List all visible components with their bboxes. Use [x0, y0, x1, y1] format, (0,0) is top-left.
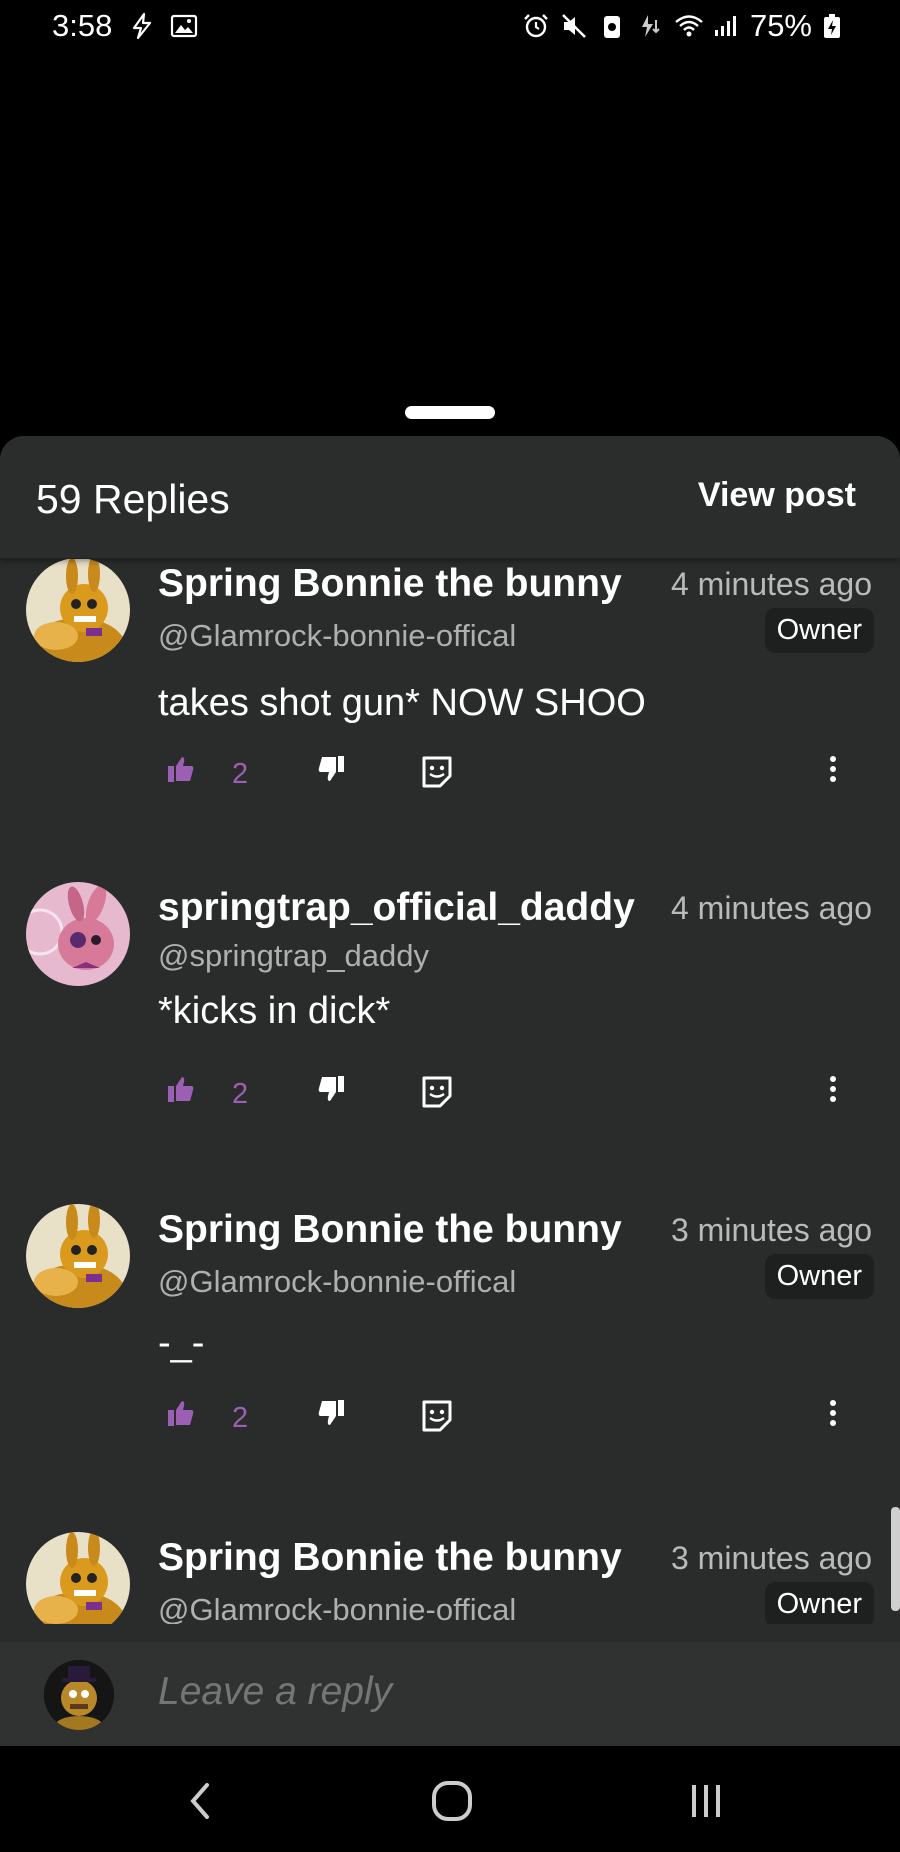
- replies-sheet: 59 Replies View post Spring Bonnie the b…: [0, 436, 900, 1746]
- wifi-icon: [674, 12, 703, 40]
- comment-time: 3 minutes ago: [670, 1540, 872, 1576]
- comment-text: -_-: [158, 1322, 205, 1364]
- sticker-icon[interactable]: [420, 754, 454, 790]
- recent-apps-icon[interactable]: [676, 1776, 736, 1826]
- avatar[interactable]: [26, 558, 130, 662]
- comment-handle[interactable]: @Glamrock-bonnie-offical: [158, 618, 516, 654]
- sheet-header: 59 Replies View post: [0, 436, 900, 559]
- like-count: 2: [232, 1078, 249, 1110]
- comment-time: 4 minutes ago: [670, 890, 872, 926]
- status-bar: 3:58 75%: [0, 0, 900, 56]
- comment-text: *kicks in dick*: [158, 990, 391, 1032]
- charging-icon: [636, 12, 664, 40]
- replies-count: 59 Replies: [36, 476, 230, 522]
- mute-icon: [560, 12, 588, 40]
- navigation-bar: [0, 1746, 900, 1852]
- reply-bar: [0, 1642, 900, 1746]
- avatar[interactable]: [26, 1204, 130, 1308]
- comment-time: 4 minutes ago: [670, 566, 872, 602]
- back-icon[interactable]: [170, 1776, 230, 1826]
- more-options-icon[interactable]: [828, 754, 838, 784]
- more-options-icon[interactable]: [828, 1398, 838, 1428]
- comment-handle[interactable]: @springtrap_daddy: [158, 938, 429, 974]
- thumbs-up-icon[interactable]: [166, 754, 196, 784]
- owner-badge: Owner: [764, 1582, 874, 1624]
- thumbs-down-icon[interactable]: [316, 754, 346, 784]
- data-saver-icon: [598, 12, 626, 40]
- signal-icon: [712, 12, 740, 40]
- flash-icon: [128, 12, 156, 40]
- reply-input[interactable]: [158, 1670, 838, 1714]
- avatar[interactable]: [26, 1532, 130, 1624]
- like-count: 2: [232, 1402, 249, 1434]
- more-options-icon[interactable]: [828, 1074, 838, 1104]
- sticker-icon[interactable]: [420, 1398, 454, 1434]
- alarm-icon: [522, 12, 550, 40]
- comment-actions: 2: [158, 1074, 878, 1124]
- comment-handle[interactable]: @Glamrock-bonnie-offical: [158, 1592, 516, 1624]
- home-icon[interactable]: [422, 1776, 482, 1826]
- battery-percent: 75%: [749, 8, 812, 43]
- comment-username[interactable]: Spring Bonnie the bunny: [158, 562, 636, 606]
- thumbs-down-icon[interactable]: [316, 1074, 346, 1104]
- owner-badge: Owner: [764, 608, 874, 653]
- scrollbar-thumb[interactable]: [891, 1507, 900, 1611]
- thumbs-down-icon[interactable]: [316, 1398, 346, 1428]
- thumbs-up-icon[interactable]: [166, 1074, 196, 1104]
- comment-time: 3 minutes ago: [670, 1212, 872, 1248]
- status-time: 3:58: [52, 8, 113, 43]
- current-user-avatar: [44, 1660, 114, 1730]
- sticker-icon[interactable]: [420, 1074, 454, 1110]
- comment-username[interactable]: springtrap_official_daddy: [158, 886, 636, 930]
- view-post-button[interactable]: View post: [698, 476, 856, 515]
- comment-handle[interactable]: @Glamrock-bonnie-offical: [158, 1264, 516, 1300]
- like-count: 2: [232, 758, 249, 790]
- sheet-drag-handle[interactable]: [405, 406, 495, 419]
- comment-text: takes shot gun* NOW SHOO: [158, 682, 646, 724]
- avatar[interactable]: [26, 882, 130, 986]
- battery-icon: [822, 12, 850, 40]
- thumbs-up-icon[interactable]: [166, 1398, 196, 1428]
- comment-actions: 2: [158, 754, 878, 804]
- comment-username[interactable]: Spring Bonnie the bunny: [158, 1208, 636, 1252]
- comments-list[interactable]: Spring Bonnie the bunny 4 minutes ago @G…: [0, 558, 900, 1624]
- comment-actions: 2: [158, 1398, 878, 1448]
- image-icon: [170, 12, 198, 40]
- comment-username[interactable]: Spring Bonnie the bunny: [158, 1536, 636, 1580]
- owner-badge: Owner: [764, 1254, 874, 1299]
